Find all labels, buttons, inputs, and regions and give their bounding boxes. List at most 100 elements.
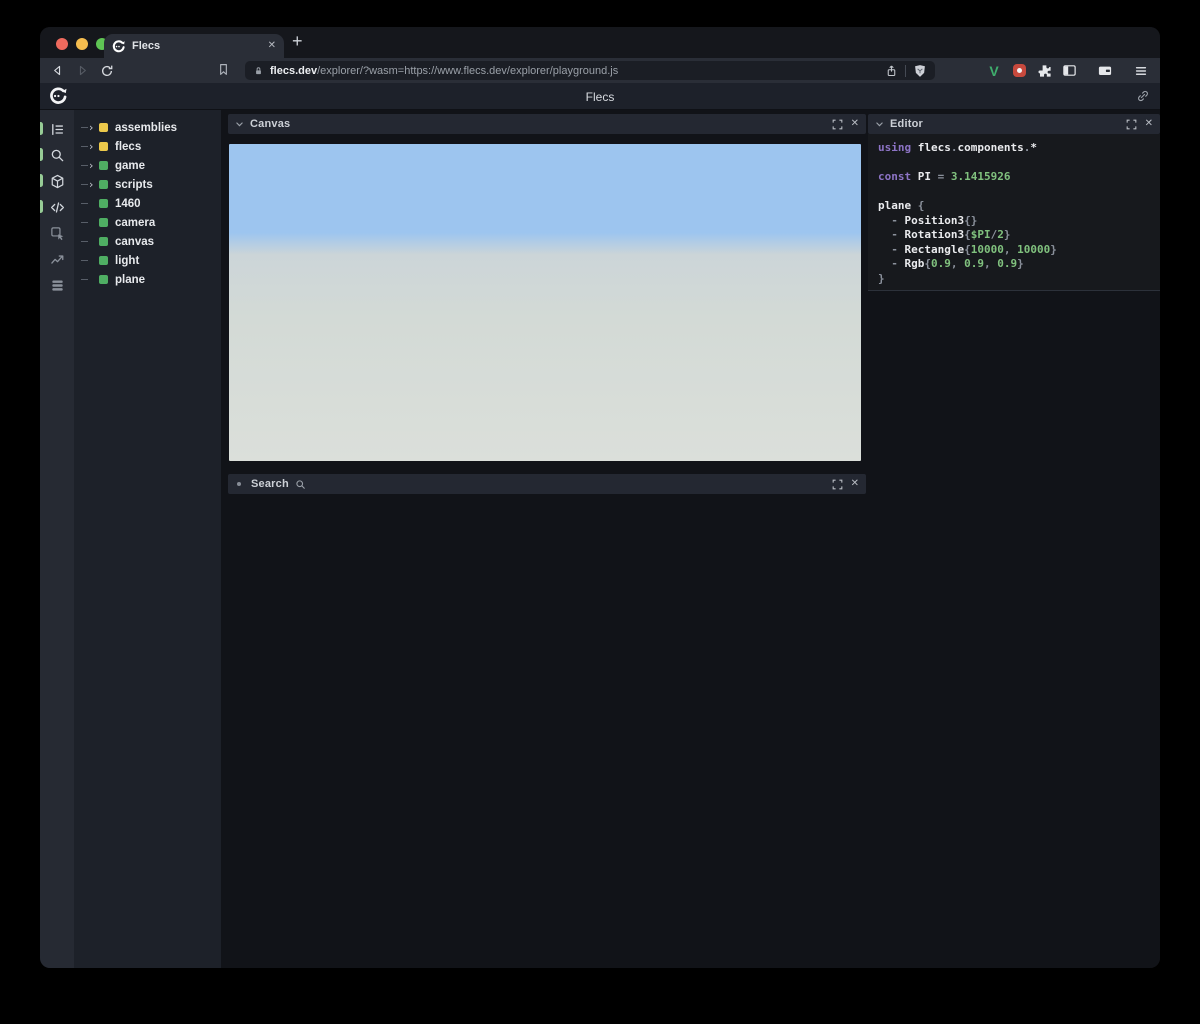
url-bar[interactable]: flecs.dev/explorer/?wasm=https://www.fle…	[245, 61, 935, 80]
canvas-panel-title: Canvas	[250, 118, 291, 130]
rail-item-requests[interactable]	[40, 272, 74, 298]
code-editor-icon	[50, 201, 64, 213]
back-icon[interactable]	[49, 63, 65, 79]
brave-shield-icon[interactable]	[913, 64, 927, 78]
entity-color-square	[99, 161, 108, 170]
entity-color-square	[99, 256, 108, 265]
tree-item-game[interactable]: › game	[74, 156, 221, 175]
entity-color-square	[99, 237, 108, 246]
editor-panel-title: Editor	[890, 118, 923, 130]
code-line: using flecs.components.*	[878, 141, 1037, 154]
reload-icon[interactable]	[99, 63, 115, 79]
tree-item-light[interactable]: light	[74, 251, 221, 270]
fullscreen-icon[interactable]	[832, 119, 843, 130]
flecs-favicon	[112, 39, 125, 52]
rail-item-inspector[interactable]	[40, 220, 74, 246]
code-line: }	[878, 271, 885, 285]
code-line: - Rotation3{$PI/2}	[878, 228, 1011, 241]
search-panel-header[interactable]: Search ✕	[228, 474, 866, 494]
entity-color-square	[99, 142, 108, 151]
leaf-dash-icon	[81, 260, 99, 261]
vue-devtools-icon[interactable]: V	[985, 62, 1003, 80]
browser-tab-flecs[interactable]: Flecs ✕	[104, 34, 284, 58]
tree-item-label: camera	[115, 216, 156, 229]
url-domain: flecs.dev	[270, 64, 318, 77]
leaf-dash-icon	[81, 222, 99, 223]
link-icon[interactable]	[1136, 89, 1150, 103]
close-icon[interactable]: ✕	[851, 119, 859, 129]
app-header: Flecs	[40, 83, 1160, 110]
expand-arrow-icon[interactable]: ›	[81, 179, 99, 190]
rail-item-entities[interactable]	[40, 168, 74, 194]
code-line: const PI = 3.1415926	[878, 170, 1011, 183]
tree-item-assemblies[interactable]: › assemblies	[74, 118, 221, 137]
search-panel-title: Search	[251, 478, 289, 490]
expand-arrow-icon[interactable]: ›	[81, 141, 99, 152]
close-icon[interactable]: ✕	[1145, 119, 1153, 129]
tree-item-label: plane	[115, 273, 146, 286]
tree-item-label: flecs	[115, 140, 142, 153]
close-icon[interactable]: ✕	[851, 479, 859, 489]
expand-arrow-icon[interactable]: ›	[81, 160, 99, 171]
traffic-lights	[56, 38, 108, 50]
canvas-panel: Canvas ✕	[228, 114, 866, 461]
share-icon[interactable]	[885, 64, 898, 78]
minimize-window-button[interactable]	[76, 38, 88, 50]
search-small-icon	[296, 479, 305, 489]
bookmark-icon[interactable]	[217, 62, 230, 77]
page-title: Flecs	[585, 89, 615, 104]
entity-tree-icon	[51, 123, 63, 135]
tab-bar: Flecs ✕ +	[40, 27, 1160, 58]
code-line: - Rectangle{10000, 10000}	[878, 242, 1057, 256]
expand-arrow-icon[interactable]: ›	[81, 122, 99, 133]
chevron-down-icon[interactable]	[235, 120, 244, 129]
editor-panel: Editor ✕ using flecs.components.* const P…	[868, 114, 1160, 291]
tree-item-label: assemblies	[115, 121, 178, 134]
tree-item-flecs[interactable]: › flecs	[74, 137, 221, 156]
tree-item-scripts[interactable]: › scripts	[74, 175, 221, 194]
blocker-icon[interactable]	[1010, 62, 1028, 80]
leaf-dash-icon	[81, 241, 99, 242]
divider	[905, 64, 906, 77]
entity-color-square	[99, 123, 108, 132]
code-editor-area[interactable]: using flecs.components.* const PI = 3.141…	[868, 134, 1160, 291]
rail-item-entity-tree[interactable]	[40, 116, 74, 142]
browser-window: Flecs ✕ + flecs.dev/explorer/?wasm=https…	[40, 27, 1160, 968]
code-line: - Rgb{0.9, 0.9, 0.9}	[878, 257, 1024, 270]
icon-rail	[40, 110, 74, 968]
tree-item-plane[interactable]: plane	[74, 270, 221, 289]
rail-item-search[interactable]	[40, 142, 74, 168]
tab-close-icon[interactable]: ✕	[268, 41, 276, 51]
search-icon	[51, 149, 63, 161]
new-tab-button[interactable]: +	[292, 31, 303, 52]
editor-panel-header[interactable]: Editor ✕	[868, 114, 1160, 134]
collapsed-dot-icon[interactable]	[237, 482, 241, 486]
tree-item-1460[interactable]: 1460	[74, 194, 221, 213]
canvas-3d-viewport[interactable]	[229, 144, 861, 461]
entity-color-square	[99, 275, 108, 284]
fullscreen-icon[interactable]	[1126, 119, 1137, 130]
tree-item-canvas[interactable]: canvas	[74, 232, 221, 251]
tab-title: Flecs	[132, 40, 161, 52]
forward-icon[interactable]	[74, 63, 90, 79]
entity-tree-list: › assemblies › flecs › game › scripts 1460 camera…	[74, 110, 221, 968]
chevron-down-icon[interactable]	[875, 120, 884, 129]
fullscreen-icon[interactable]	[832, 479, 843, 490]
stats-chart-icon	[50, 254, 63, 264]
rail-item-editor[interactable]	[40, 194, 74, 220]
requests-stack-icon	[51, 279, 63, 291]
url-text: flecs.dev/explorer/?wasm=https://www.fle…	[270, 65, 618, 77]
canvas-panel-header[interactable]: Canvas ✕	[228, 114, 866, 134]
menu-icon[interactable]	[1132, 62, 1150, 80]
rail-item-stats[interactable]	[40, 246, 74, 272]
sidebar-icon[interactable]	[1060, 62, 1078, 80]
browser-toolbar: flecs.dev/explorer/?wasm=https://www.fle…	[40, 58, 1160, 83]
tree-item-label: game	[115, 159, 146, 172]
code-line: - Position3{}	[878, 213, 978, 227]
tree-item-camera[interactable]: camera	[74, 213, 221, 232]
extensions-puzzle-icon[interactable]	[1035, 62, 1053, 80]
leaf-dash-icon	[81, 203, 99, 204]
close-window-button[interactable]	[56, 38, 68, 50]
wallet-icon[interactable]	[1096, 62, 1114, 80]
tree-item-label: 1460	[115, 197, 141, 210]
